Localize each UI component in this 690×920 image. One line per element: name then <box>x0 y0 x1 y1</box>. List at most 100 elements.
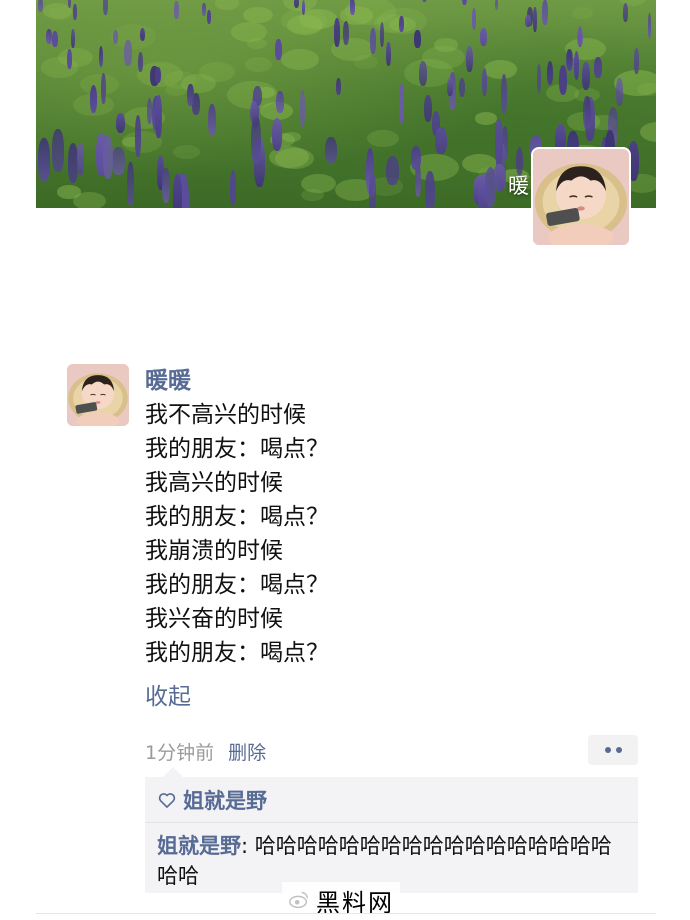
post-line: 我不高兴的时候 <box>145 402 306 428</box>
lupine-flower <box>434 127 447 155</box>
leaf-texture <box>243 6 273 24</box>
divider <box>36 913 656 914</box>
lupine-flower <box>546 60 554 85</box>
lupine-flower <box>73 3 77 20</box>
lupine-flower <box>333 18 340 47</box>
lupine-flower <box>414 30 421 49</box>
lupine-flower <box>446 77 453 97</box>
lupine-flower <box>70 29 75 49</box>
post-line: 我的朋友：喝点？ <box>145 504 329 530</box>
lupine-flower <box>162 168 171 204</box>
lupine-flower <box>293 0 299 8</box>
leaf-texture <box>484 60 518 79</box>
comment-item[interactable]: 姐就是野: 哈哈哈哈哈哈哈哈哈哈哈哈哈哈哈哈哈哈哈 <box>145 823 638 891</box>
comment-author[interactable]: 姐就是野 <box>157 834 241 858</box>
lupine-flower <box>370 28 376 54</box>
lupine-flower <box>525 14 532 27</box>
post-line: 我的朋友：喝点？ <box>145 436 329 462</box>
lupine-flower <box>533 6 537 32</box>
lupine-flower <box>615 77 623 107</box>
leaf-texture <box>433 38 458 52</box>
lupine-flower <box>37 137 50 181</box>
lupine-flower <box>422 0 428 3</box>
more-dots-icon <box>604 747 611 753</box>
leaf-texture <box>474 112 498 125</box>
lupine-flower <box>423 94 432 123</box>
lupine-flower <box>471 8 476 30</box>
lupine-flower <box>462 0 467 6</box>
moment-post: 暖暖 我不高兴的时候 我的朋友：喝点？ 我高兴的时候 我的朋友：喝点？ 我崩溃的… <box>145 364 645 714</box>
lupine-flower <box>567 49 572 70</box>
lupine-flower <box>174 1 179 19</box>
lupine-flower <box>385 155 399 185</box>
lupine-flower <box>622 3 628 22</box>
lupine-flower <box>52 129 64 172</box>
lupine-flower <box>249 101 259 124</box>
baby-avatar-image <box>67 364 129 426</box>
lupine-flower <box>581 62 590 91</box>
leaf-texture <box>79 73 119 96</box>
leaf-texture <box>246 37 267 49</box>
lupine-flower <box>38 0 43 13</box>
post-line: 我的朋友：喝点？ <box>145 572 329 598</box>
lupine-flower <box>274 39 282 60</box>
lupine-flower <box>577 28 583 47</box>
lupine-flower <box>583 96 591 130</box>
post-author-avatar[interactable] <box>67 364 129 426</box>
cover-avatar[interactable] <box>531 147 631 247</box>
lupine-flower <box>139 27 146 41</box>
lupine-flower <box>495 0 499 10</box>
leaf-texture <box>72 192 106 208</box>
lupine-flower <box>335 78 341 96</box>
post-line: 我高兴的时候 <box>145 470 283 496</box>
lupine-flower <box>102 134 113 180</box>
lupine-flower <box>495 119 503 166</box>
lupine-flower <box>102 0 108 15</box>
lupine-flower <box>647 13 652 40</box>
like-user-name[interactable]: 姐就是野 <box>183 785 267 815</box>
lupine-flower <box>501 74 507 114</box>
lupine-flower <box>542 0 549 25</box>
lupine-flower <box>425 170 435 208</box>
delete-link[interactable]: 删除 <box>228 738 266 765</box>
lupine-flower <box>115 113 126 134</box>
post-author-name[interactable]: 暖暖 <box>145 364 645 398</box>
lupine-flower <box>536 63 542 93</box>
more-actions-button[interactable] <box>588 735 638 765</box>
likes-comments-box: 姐就是野 姐就是野: 哈哈哈哈哈哈哈哈哈哈哈哈哈哈哈哈哈哈哈 <box>145 767 638 893</box>
leaf-texture <box>198 61 236 82</box>
lupine-flower <box>398 82 405 124</box>
lupine-flower <box>481 68 488 96</box>
lupine-flower <box>418 60 427 86</box>
lupine-flower <box>349 0 354 7</box>
leaf-texture <box>172 144 200 160</box>
leaf-texture <box>639 122 656 143</box>
lupine-flower <box>386 41 392 67</box>
post-line: 我崩溃的时候 <box>145 538 283 564</box>
leaf-texture <box>244 56 273 72</box>
leaf-texture <box>301 173 337 193</box>
lupine-flower <box>155 95 162 138</box>
baby-avatar-image <box>533 149 629 245</box>
lupine-flower <box>484 166 496 207</box>
more-dots-icon <box>615 747 622 753</box>
post-meta: 1分钟前 删除 <box>145 736 266 766</box>
lupine-flower <box>207 103 217 137</box>
leaf-texture <box>367 129 400 148</box>
post-line: 我的朋友：喝点？ <box>145 640 329 666</box>
lupine-flower <box>229 169 237 206</box>
lupine-flower <box>458 77 465 98</box>
lupine-flower <box>76 143 84 176</box>
lupine-flower <box>379 21 385 47</box>
leaf-texture <box>214 0 239 10</box>
lupine-flower <box>89 85 98 113</box>
lupine-flower <box>45 29 53 45</box>
lupine-flower <box>275 91 284 113</box>
likes-row: 姐就是野 <box>145 777 638 823</box>
lupine-flower <box>52 31 59 48</box>
lupine-flower <box>480 28 488 46</box>
collapse-link[interactable]: 收起 <box>145 680 191 714</box>
lupine-flower <box>634 47 639 74</box>
lupine-flower <box>173 173 182 208</box>
lupine-flower <box>466 45 474 72</box>
